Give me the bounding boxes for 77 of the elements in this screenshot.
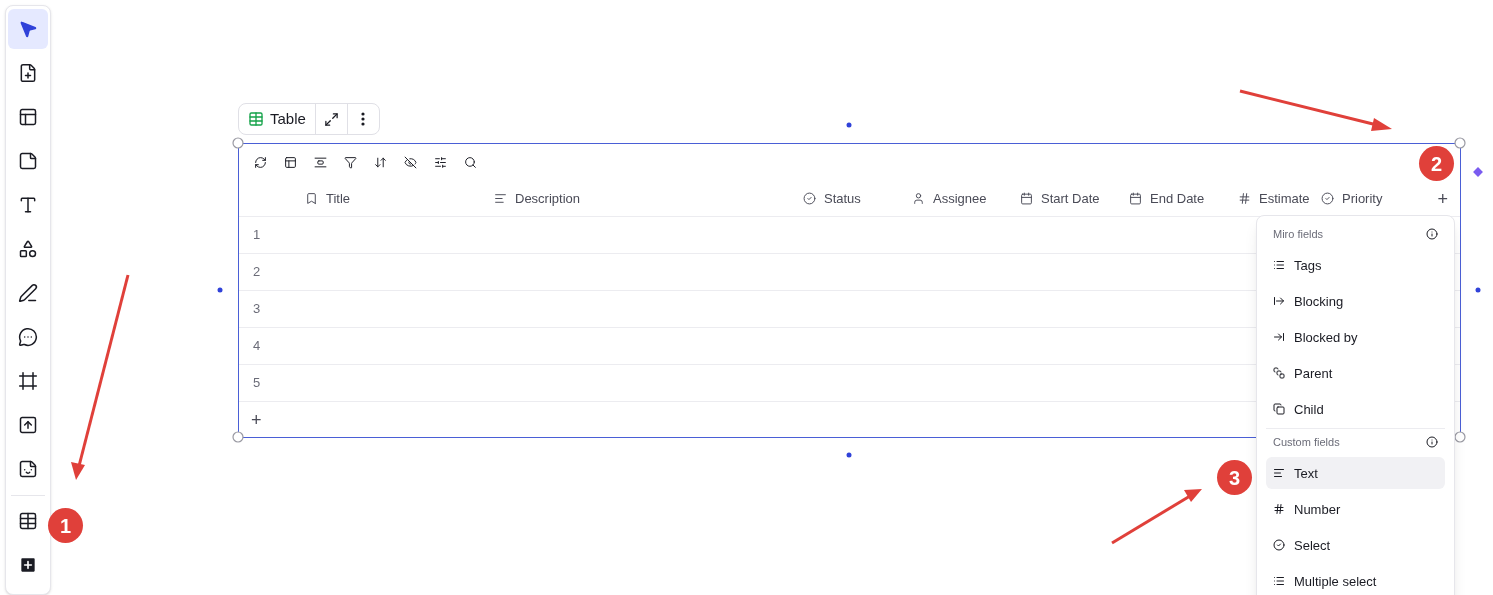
column-header[interactable]: Estimate (1238, 188, 1321, 209)
column-header[interactable]: Title (305, 188, 494, 209)
settings-icon (433, 156, 447, 169)
info-icon[interactable] (1426, 228, 1438, 240)
filter-icon (343, 156, 357, 169)
field-option[interactable]: Number (1266, 493, 1445, 525)
row-number: 3 (253, 300, 261, 319)
arrow-right-icon (1273, 331, 1285, 343)
check-circle-icon (1321, 192, 1334, 205)
sort-icon (373, 156, 387, 169)
field-option[interactable]: Parent (1266, 357, 1445, 389)
tool-button[interactable] (8, 9, 48, 49)
field-option[interactable]: Multiple select (1266, 565, 1445, 595)
field-option[interactable]: Child (1266, 393, 1445, 425)
field-option[interactable]: Select (1266, 529, 1445, 561)
user-icon (912, 192, 925, 205)
section-heading: Miro fields (1273, 226, 1324, 242)
field-option[interactable]: Text (1266, 457, 1445, 489)
step-badge: 3 (1217, 460, 1252, 495)
check-circle-icon (803, 192, 816, 205)
hash-icon (1273, 503, 1285, 515)
lines-icon (1273, 467, 1285, 479)
section-heading: Custom fields (1273, 434, 1340, 450)
hide-icon (403, 156, 417, 169)
table-tool-button[interactable] (432, 154, 448, 171)
column-header[interactable]: Priority (1321, 188, 1421, 209)
frame-icon (18, 371, 38, 391)
column-header[interactable]: Status (803, 188, 912, 209)
column-header[interactable]: Start Date (1020, 188, 1129, 209)
row-number: 1 (253, 226, 261, 245)
add-column-button[interactable]: + (1437, 189, 1448, 208)
table-icon (18, 511, 38, 531)
search-icon (463, 156, 477, 169)
info-icon[interactable] (1426, 436, 1438, 448)
layout-icon (18, 107, 38, 127)
calendar-icon (1020, 192, 1033, 205)
row-number: 4 (253, 337, 261, 356)
comment-icon (18, 327, 38, 347)
column-header[interactable]: Assignee (912, 188, 1020, 209)
calendar-icon (1129, 192, 1142, 205)
layout-icon (283, 156, 297, 169)
shapes-icon (18, 239, 38, 259)
field-option[interactable]: Blocking (1266, 285, 1445, 317)
column-header[interactable]: End Date (1129, 188, 1238, 209)
pen-icon (18, 283, 38, 303)
add-row-button[interactable]: + (251, 410, 262, 429)
table-tool-button[interactable] (462, 154, 478, 171)
arrow-right-icon (1273, 295, 1285, 307)
column-header[interactable]: Description (494, 188, 803, 209)
sticker-icon (18, 459, 38, 479)
table-tool-button[interactable] (402, 154, 418, 171)
text-icon (18, 195, 38, 215)
sticky-note-icon (18, 151, 38, 171)
table-type-button[interactable]: Table (239, 104, 316, 134)
table-tool-button[interactable] (252, 154, 268, 171)
bookmark-icon (305, 192, 318, 205)
row-number: 5 (253, 374, 261, 393)
table-tool-button[interactable] (282, 154, 298, 171)
row-number: 2 (253, 263, 261, 282)
upload-icon (18, 415, 38, 435)
refresh-icon (253, 156, 267, 169)
table-icon (248, 111, 264, 127)
list-icon (1273, 259, 1285, 271)
field-option[interactable]: Tags (1266, 249, 1445, 281)
plus-square-icon (18, 555, 38, 575)
more-icon (361, 112, 366, 126)
field-option[interactable]: Blocked by (1266, 321, 1445, 353)
lines-icon (494, 192, 507, 205)
step-badge: 1 (48, 508, 83, 543)
hash-icon (1238, 192, 1251, 205)
table-tool-button[interactable] (342, 154, 358, 171)
check-circle-icon (1273, 539, 1285, 551)
document-plus-icon (18, 63, 38, 83)
expand-icon (323, 111, 339, 127)
group-icon (313, 156, 327, 169)
list-icon (1273, 575, 1285, 587)
pointer-icon (18, 19, 38, 39)
